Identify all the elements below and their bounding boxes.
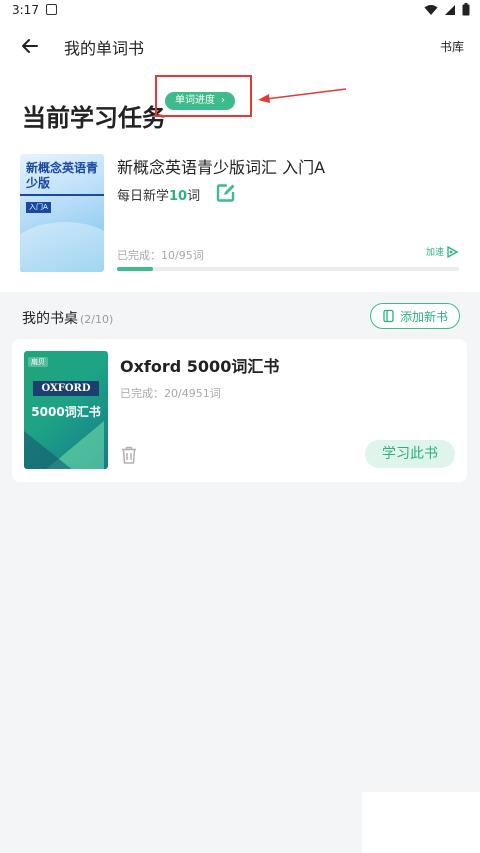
desk-title: 我的书桌 xyxy=(22,311,78,327)
status-icons xyxy=(424,3,470,16)
daily-goal: 每日新学10词 xyxy=(117,185,200,204)
status-time: 3:17 xyxy=(12,3,39,17)
cover-oxford-word: OXFORD xyxy=(33,381,99,396)
wifi-icon xyxy=(424,4,438,15)
corner-watermark xyxy=(362,792,480,853)
cover-badge: 入门A xyxy=(26,202,51,213)
app-header: 我的单词书 书库 xyxy=(0,22,480,70)
daily-prefix: 每日新学 xyxy=(117,189,170,204)
book-name: 新概念英语青少版词汇 入门A xyxy=(117,158,326,177)
add-book-icon xyxy=(383,309,394,323)
status-bar: 3:17 xyxy=(0,0,480,22)
desk-count: (2/10) xyxy=(80,313,114,326)
cover-subtitle: 5000词汇书 xyxy=(31,405,101,419)
progress-fill xyxy=(117,267,153,271)
battery-icon xyxy=(462,3,470,16)
speed-up-button[interactable]: 加速 xyxy=(426,245,458,258)
completed-text: 已完成：10/95词 xyxy=(117,249,204,262)
book-cover[interactable]: 新概念英语青少版 入门A xyxy=(20,154,104,272)
edit-icon[interactable] xyxy=(216,183,236,203)
speed-icon xyxy=(447,245,458,258)
book-completed-text: 已完成：20/4951词 xyxy=(120,387,221,400)
current-task-section: 当前学习任务 单词进度 › 新概念英语青少版 入门A 新概念英语青少版词汇 入门A… xyxy=(0,70,480,292)
back-arrow-icon[interactable] xyxy=(18,34,42,58)
speed-label: 加速 xyxy=(425,248,444,258)
book-title: Oxford 5000词汇书 xyxy=(120,357,280,376)
notification-icon xyxy=(46,4,57,15)
cover-brand: 扇贝 xyxy=(28,357,48,367)
trash-icon[interactable] xyxy=(120,445,138,465)
word-progress-button[interactable]: 单词进度 › xyxy=(165,92,235,110)
cover-wave xyxy=(20,222,104,272)
current-task-title: 当前学习任务 xyxy=(22,104,166,132)
annotation-arrow-icon xyxy=(258,88,347,103)
desk-book-card[interactable]: 扇贝 OXFORD 5000词汇书 Oxford 5000词汇书 已完成：20/… xyxy=(12,339,467,482)
add-book-label: 添加新书 xyxy=(399,309,448,324)
daily-count: 10 xyxy=(169,189,188,204)
signal-icon xyxy=(445,4,455,15)
chevron-right-icon: › xyxy=(221,95,225,106)
progress-track xyxy=(117,267,459,271)
page-title: 我的单词书 xyxy=(64,39,145,58)
oxford-book-cover[interactable]: 扇贝 OXFORD 5000词汇书 xyxy=(24,351,108,469)
desk-label: 我的书桌 (2/10) xyxy=(22,308,113,328)
add-book-button[interactable]: 添加新书 xyxy=(370,303,460,329)
word-progress-label: 单词进度 xyxy=(175,95,215,106)
cover-divider xyxy=(20,194,104,196)
daily-suffix: 词 xyxy=(187,189,201,204)
study-this-book-button[interactable]: 学习此书 xyxy=(365,440,455,468)
cover-title: 新概念英语青少版 xyxy=(26,161,99,190)
cover-shape xyxy=(24,431,74,469)
library-link[interactable]: 书库 xyxy=(440,38,464,55)
